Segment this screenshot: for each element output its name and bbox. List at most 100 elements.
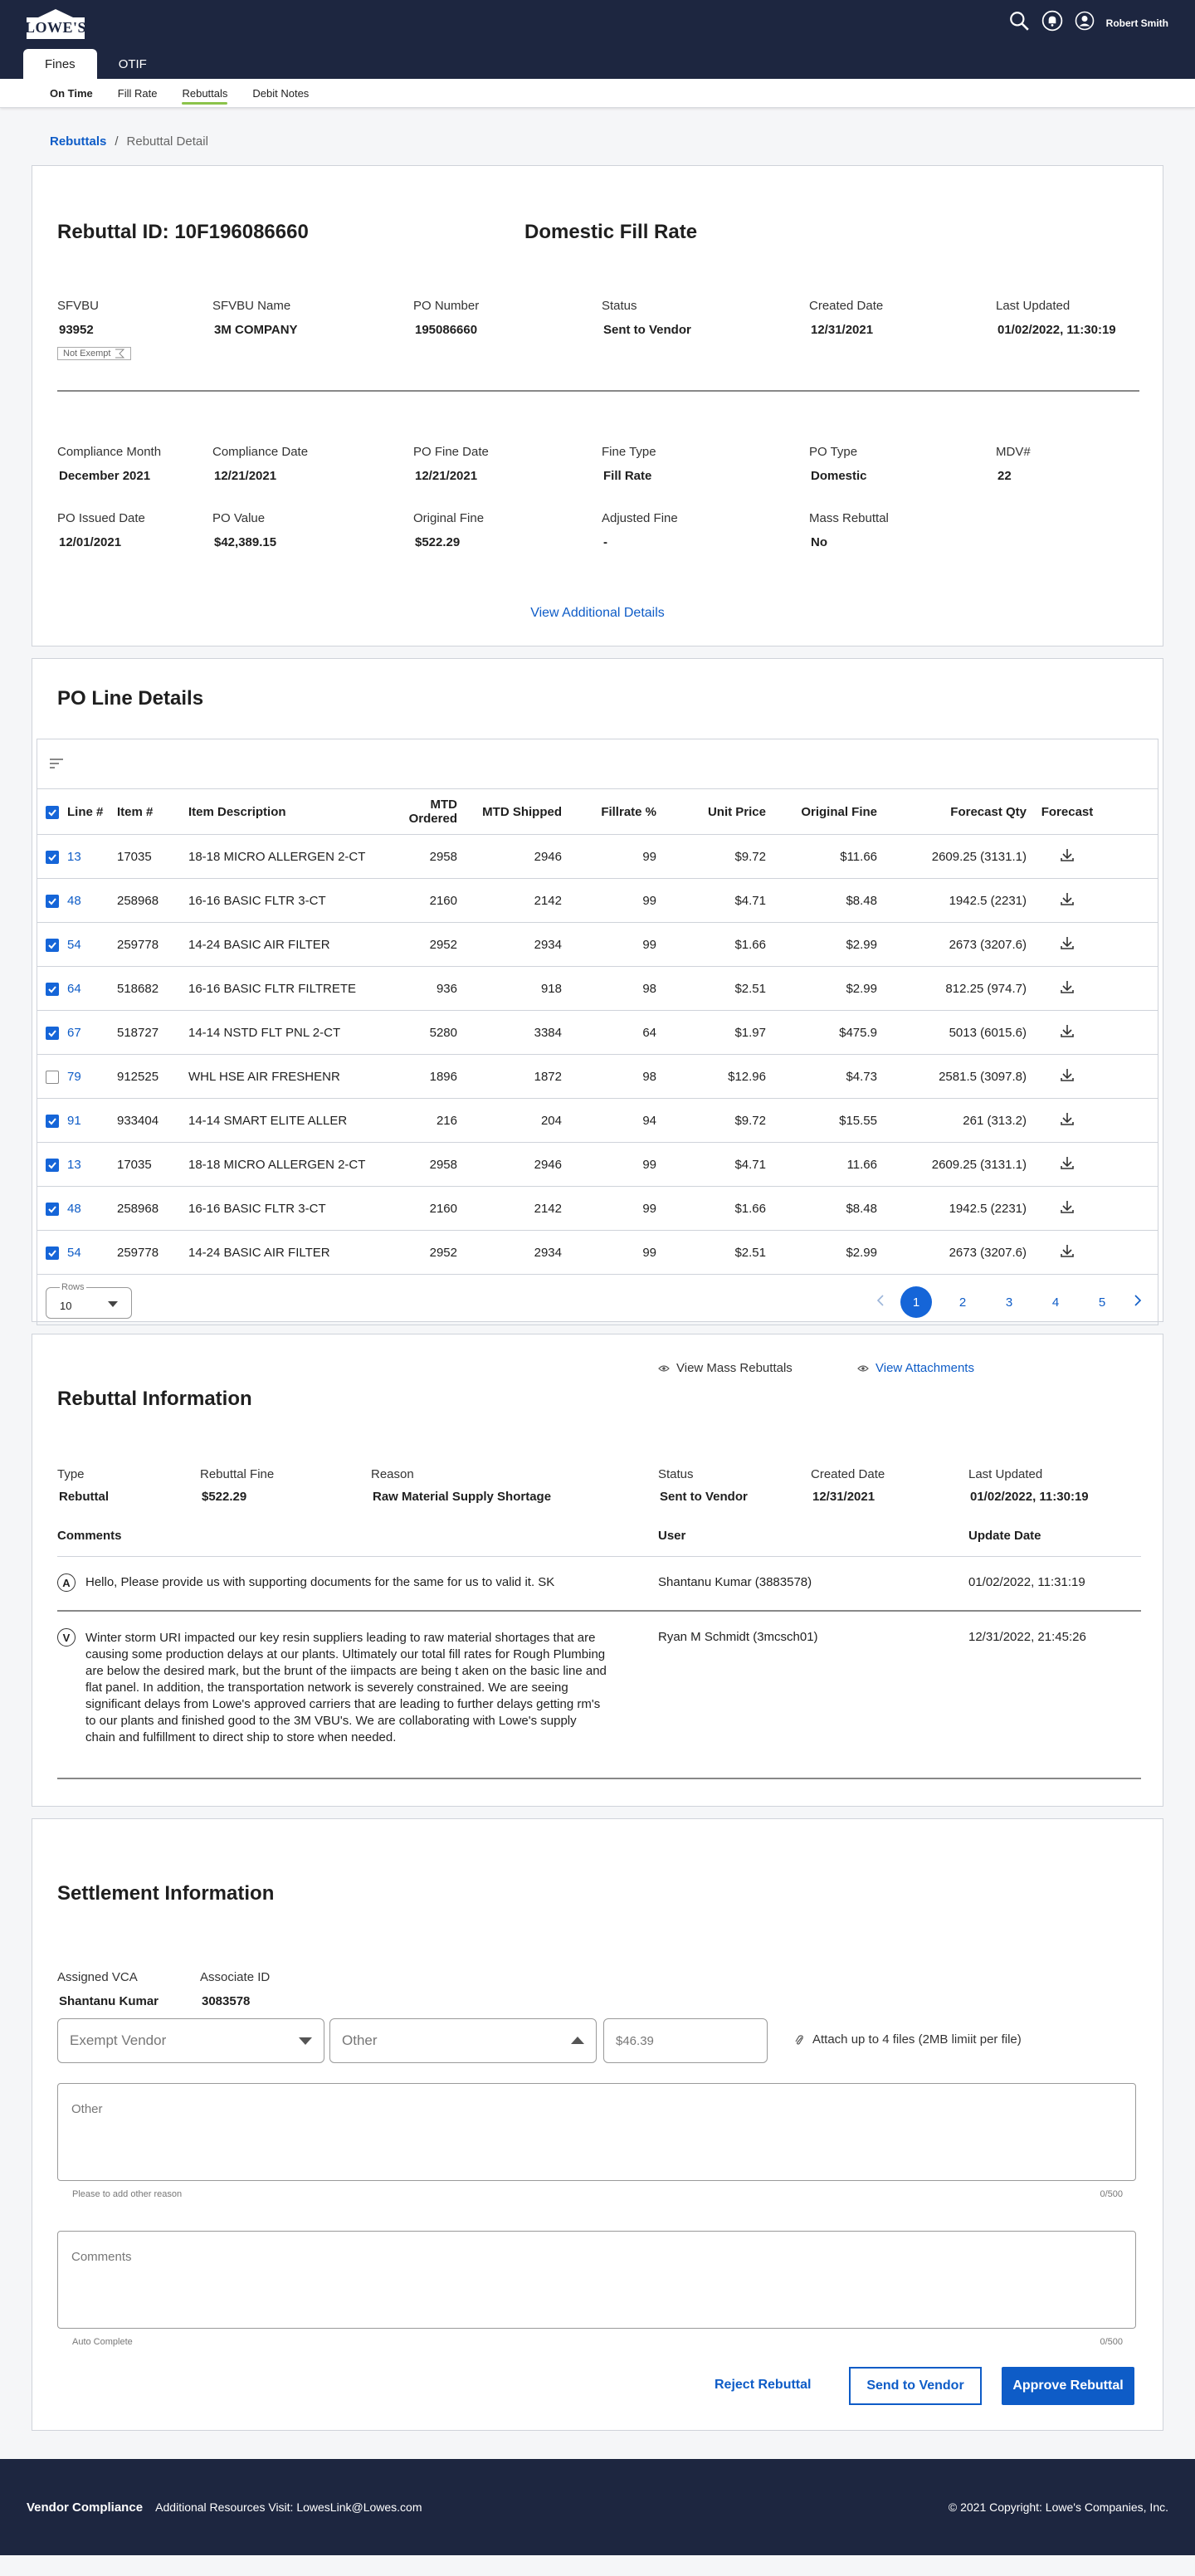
download-icon[interactable] bbox=[1059, 1245, 1076, 1262]
subnav-on-time[interactable]: On Time bbox=[50, 82, 93, 105]
view-mass-rebuttals-link[interactable]: View Mass Rebuttals bbox=[658, 1361, 793, 1375]
select-all-checkbox[interactable] bbox=[46, 805, 59, 819]
field-value: Sent to Vendor bbox=[660, 1490, 748, 1504]
settlement-amount-input[interactable]: $46.39 bbox=[603, 2018, 768, 2063]
field-label: Mass Rebuttal bbox=[809, 511, 889, 525]
search-icon[interactable] bbox=[1008, 10, 1030, 36]
cell-line-number[interactable]: 91 bbox=[64, 1114, 114, 1128]
page-3-button[interactable]: 3 bbox=[993, 1286, 1025, 1318]
cell-line-number[interactable]: 48 bbox=[64, 894, 114, 908]
po-line-title: PO Line Details bbox=[57, 687, 204, 710]
reject-rebuttal-button[interactable]: Reject Rebuttal bbox=[715, 2378, 811, 2393]
cell-line-number[interactable]: 48 bbox=[64, 1202, 114, 1216]
col-forecast-qty[interactable]: Forecast Qty bbox=[880, 805, 1030, 819]
download-icon[interactable] bbox=[1059, 981, 1076, 998]
row-checkbox[interactable] bbox=[46, 1026, 59, 1040]
user-avatar-icon[interactable] bbox=[1075, 11, 1095, 35]
row-checkbox[interactable] bbox=[46, 938, 59, 952]
eye-icon bbox=[857, 1364, 869, 1372]
row-checkbox[interactable] bbox=[46, 1070, 59, 1084]
tab-otif[interactable]: OTIF bbox=[97, 49, 168, 79]
download-icon[interactable] bbox=[1059, 937, 1076, 954]
page-4-button[interactable]: 4 bbox=[1040, 1286, 1071, 1318]
row-checkbox[interactable] bbox=[46, 1158, 59, 1172]
tab-fines[interactable]: Fines bbox=[23, 49, 97, 79]
chevron-right-icon[interactable] bbox=[1133, 1294, 1143, 1310]
row-checkbox[interactable] bbox=[46, 1114, 59, 1128]
row-checkbox[interactable] bbox=[46, 850, 59, 864]
cell-line-number[interactable]: 54 bbox=[64, 1246, 114, 1260]
comments-col-label: Comments bbox=[57, 1529, 122, 1543]
download-icon[interactable] bbox=[1059, 1069, 1076, 1086]
cell-line-number[interactable]: 67 bbox=[64, 1026, 114, 1040]
row-checkbox[interactable] bbox=[46, 982, 59, 996]
col-fillrate[interactable]: Fillrate % bbox=[565, 805, 660, 819]
cell-line-number[interactable]: 13 bbox=[64, 1158, 114, 1172]
cell-original-fine: $8.48 bbox=[846, 893, 877, 908]
lowes-logo[interactable]: LOWE'S bbox=[25, 6, 86, 41]
table-pagination-bar: Rows 10 1 2 3 4 5 bbox=[37, 1275, 1158, 1325]
filter-sort-icon[interactable] bbox=[49, 758, 64, 773]
user-name[interactable]: Robert Smith bbox=[1106, 17, 1168, 29]
cell-item-number: 17035 bbox=[117, 1157, 152, 1172]
attach-files-button[interactable]: Attach up to 4 files (2MB limiit per fil… bbox=[794, 2032, 1022, 2047]
cell-line-number[interactable]: 13 bbox=[64, 850, 114, 864]
cell-original-fine: $8.48 bbox=[846, 1201, 877, 1216]
col-mtd-shipped[interactable]: MTD Shipped bbox=[461, 805, 565, 819]
send-to-vendor-button[interactable]: Send to Vendor bbox=[849, 2367, 982, 2405]
col-item[interactable]: Item # bbox=[114, 805, 185, 819]
page-1-button[interactable]: 1 bbox=[900, 1286, 932, 1318]
cell-original-fine: $2.99 bbox=[846, 937, 877, 952]
subnav-fill-rate[interactable]: Fill Rate bbox=[118, 82, 158, 105]
col-unit-price[interactable]: Unit Price bbox=[660, 805, 769, 819]
download-icon[interactable] bbox=[1059, 893, 1076, 910]
view-attachments-link[interactable]: View Attachments bbox=[857, 1361, 974, 1375]
download-icon[interactable] bbox=[1059, 1113, 1076, 1130]
row-checkbox[interactable] bbox=[46, 894, 59, 908]
breadcrumb-rebuttals-link[interactable]: Rebuttals bbox=[50, 134, 106, 149]
field-value: 01/02/2022, 11:30:19 bbox=[997, 323, 1116, 337]
download-icon[interactable] bbox=[1059, 1025, 1076, 1042]
col-forecast[interactable]: Forecast bbox=[1030, 805, 1105, 819]
field-value: December 2021 bbox=[59, 469, 151, 483]
subnav-debit-notes[interactable]: Debit Notes bbox=[252, 82, 309, 105]
row-checkbox-cell bbox=[37, 937, 64, 952]
approve-rebuttal-button[interactable]: Approve Rebuttal bbox=[1002, 2367, 1134, 2405]
exempt-vendor-select[interactable]: Exempt Vendor bbox=[57, 2018, 324, 2063]
comments-textarea[interactable]: Comments bbox=[57, 2231, 1136, 2329]
field-label: PO Issued Date bbox=[57, 511, 145, 525]
cell-line-number[interactable]: 79 bbox=[64, 1070, 114, 1084]
col-mtd-ordered[interactable]: MTD Ordered bbox=[378, 798, 461, 826]
view-additional-details-link[interactable]: View Additional Details bbox=[32, 606, 1163, 621]
field-po-type: PO Type Domestic bbox=[809, 445, 867, 483]
col-line[interactable]: Line # bbox=[64, 805, 114, 819]
cell-fillrate: 99 bbox=[642, 893, 656, 908]
notification-bell-icon[interactable] bbox=[1041, 10, 1063, 36]
breadcrumb: Rebuttals / Rebuttal Detail bbox=[0, 108, 1195, 165]
row-checkbox[interactable] bbox=[46, 1202, 59, 1216]
reason-select[interactable]: Other bbox=[329, 2018, 597, 2063]
comment-text: Hello, Please provide us with supporting… bbox=[85, 1575, 555, 1589]
reason-value: Other bbox=[342, 2032, 378, 2048]
chevron-left-icon[interactable] bbox=[876, 1294, 885, 1310]
cell-line-number[interactable]: 64 bbox=[64, 982, 114, 996]
row-checkbox[interactable] bbox=[46, 1246, 59, 1260]
rows-per-page-select[interactable]: Rows 10 bbox=[46, 1282, 132, 1319]
col-original-fine[interactable]: Original Fine bbox=[769, 805, 880, 819]
cell-item-number: 912525 bbox=[117, 1069, 159, 1084]
page-5-button[interactable]: 5 bbox=[1086, 1286, 1118, 1318]
download-icon[interactable] bbox=[1059, 1201, 1076, 1218]
subnav-rebuttals[interactable]: Rebuttals bbox=[182, 82, 227, 105]
download-icon[interactable] bbox=[1059, 849, 1076, 866]
cell-unit-price: $9.72 bbox=[734, 1113, 766, 1128]
col-description[interactable]: Item Description bbox=[185, 805, 378, 819]
other-reason-textarea[interactable]: Other bbox=[57, 2083, 1136, 2181]
footer-resources[interactable]: Additional Resources Visit: LowesLink@Lo… bbox=[155, 2500, 422, 2514]
download-icon[interactable] bbox=[1059, 1157, 1076, 1174]
cell-unit-price: $4.71 bbox=[734, 893, 766, 908]
badge-text: Not Exempt bbox=[63, 349, 111, 359]
pagination: 1 2 3 4 5 bbox=[876, 1286, 1143, 1318]
page-2-button[interactable]: 2 bbox=[947, 1286, 978, 1318]
cell-forecast-qty: 2673 (3207.6) bbox=[949, 1245, 1027, 1260]
cell-line-number[interactable]: 54 bbox=[64, 938, 114, 952]
